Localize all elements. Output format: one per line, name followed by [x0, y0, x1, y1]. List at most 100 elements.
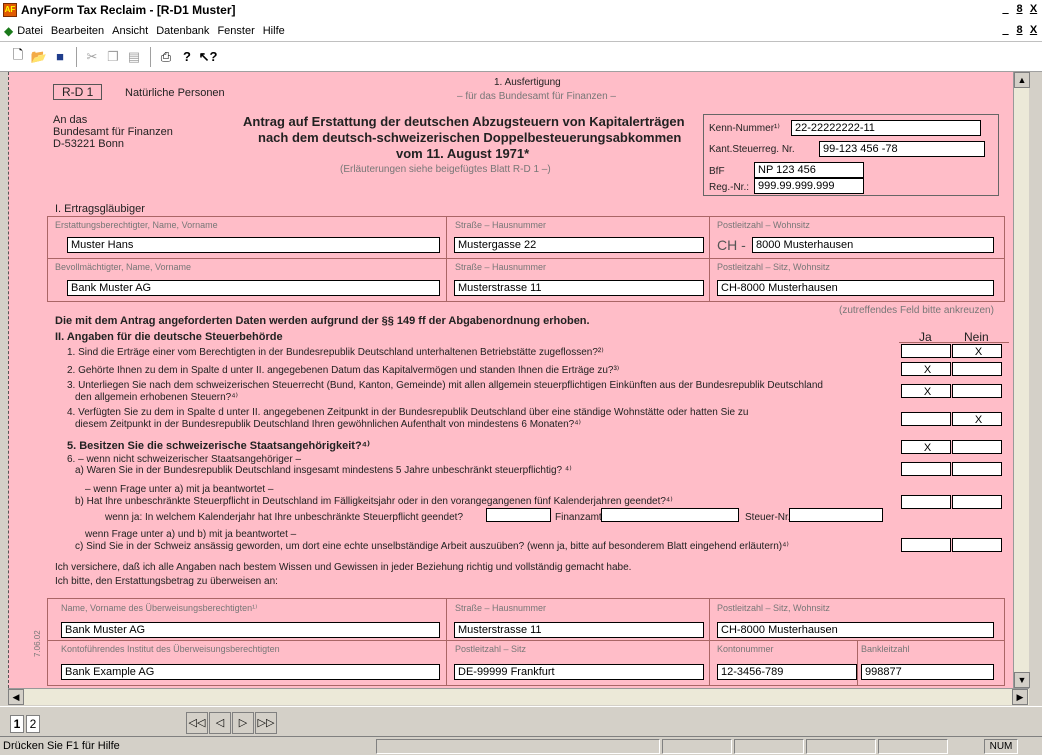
- side-code: 7.06.02: [33, 630, 42, 657]
- scroll-up-icon[interactable]: ▲: [1014, 72, 1030, 88]
- question-4-line2: diesem Zeitpunkt in der Bundesrepublik D…: [75, 419, 581, 430]
- agent-city-field[interactable]: CH-8000 Musterhausen: [717, 280, 994, 296]
- help-icon[interactable]: ?: [177, 47, 197, 67]
- finanzamt-field[interactable]: [601, 508, 739, 522]
- close-button[interactable]: X: [1027, 3, 1040, 16]
- q6c-nein-checkbox[interactable]: [952, 538, 1002, 552]
- doc-restore-button[interactable]: 8: [1013, 24, 1026, 37]
- app-icon: AF: [3, 3, 17, 17]
- blz-field[interactable]: 998877: [861, 664, 994, 680]
- doc-close-button[interactable]: X: [1027, 24, 1040, 37]
- kenn-number-field[interactable]: 22-22222222-11: [791, 120, 981, 136]
- q2-nein-checkbox[interactable]: [952, 362, 1002, 376]
- claimant-street-field[interactable]: Mustergasse 22: [454, 237, 704, 253]
- context-help-icon[interactable]: ↖?: [198, 47, 218, 67]
- new-icon[interactable]: 🗋: [8, 47, 28, 67]
- kant-number-field[interactable]: 99-123 456 -78: [819, 141, 985, 157]
- reg-number-field[interactable]: 999.99.999.999: [754, 178, 864, 194]
- account-field[interactable]: 12-3456-789: [717, 664, 857, 680]
- menu-bearbeiten[interactable]: Bearbeiten: [51, 25, 104, 37]
- form-title-note: (Erläuterungen siehe beigefügtes Blatt R…: [340, 164, 551, 175]
- payee-street-field[interactable]: Musterstrasse 11: [454, 622, 704, 638]
- q2-ja-checkbox[interactable]: X: [901, 362, 951, 376]
- menu-hilfe[interactable]: Hilfe: [263, 25, 285, 37]
- scroll-right-icon[interactable]: ▶: [1012, 689, 1028, 705]
- next-page-icon[interactable]: ▷: [232, 712, 254, 734]
- form-title-line3: vom 11. August 1971*: [396, 146, 530, 161]
- first-page-icon[interactable]: ◁◁: [186, 712, 208, 734]
- menu-fenster[interactable]: Fenster: [217, 25, 254, 37]
- scroll-down-icon[interactable]: ▼: [1014, 672, 1030, 688]
- agent-name-label: Bevollmächtigter, Name, Vorname: [55, 262, 192, 272]
- open-icon[interactable]: 📂: [29, 47, 49, 67]
- check-hint: (zutreffendes Feld bitte ankreuzen): [839, 305, 994, 316]
- print-icon[interactable]: ⎙: [156, 47, 176, 67]
- paste-icon[interactable]: ▤: [124, 47, 144, 67]
- menu-ansicht[interactable]: Ansicht: [112, 25, 148, 37]
- title-bar: AF AnyForm Tax Reclaim - [R-D1 Muster] _…: [0, 0, 1042, 20]
- prev-page-icon[interactable]: ◁: [209, 712, 231, 734]
- q1-nein-checkbox[interactable]: X: [952, 344, 1002, 358]
- minimize-button[interactable]: _: [999, 3, 1012, 16]
- q5-ja-checkbox[interactable]: X: [901, 440, 951, 454]
- q1-ja-checkbox[interactable]: [901, 344, 951, 358]
- q3-ja-checkbox[interactable]: X: [901, 384, 951, 398]
- bff-label: BfF: [709, 166, 725, 177]
- q4-nein-checkbox[interactable]: X: [952, 412, 1002, 426]
- q6a-nein-checkbox[interactable]: [952, 462, 1002, 476]
- page-1-tab[interactable]: 1: [10, 715, 24, 733]
- doc-minimize-button[interactable]: _: [999, 24, 1012, 37]
- section-2-title: II. Angaben für die deutsche Steuerbehör…: [55, 331, 283, 343]
- claimant-name-label: Erstattungsberechtigter, Name, Vorname: [55, 220, 218, 230]
- agent-street-field[interactable]: Musterstrasse 11: [454, 280, 704, 296]
- toolbar-separator: [76, 46, 77, 67]
- claimant-city-field[interactable]: 8000 Musterhausen: [752, 237, 994, 253]
- claimant-name-field[interactable]: Muster Hans: [67, 237, 440, 253]
- last-page-icon[interactable]: ▷▷: [255, 712, 277, 734]
- question-6c: c) Sind Sie in der Schweiz ansässig gewo…: [75, 541, 789, 552]
- q4-ja-checkbox[interactable]: [901, 412, 951, 426]
- end-year-field[interactable]: [486, 508, 551, 522]
- menu-bar: ◆ Datei Bearbeiten Ansicht Datenbank Fen…: [0, 20, 1042, 42]
- bank-name-field[interactable]: Bank Example AG: [61, 664, 440, 680]
- menu-datenbank[interactable]: Datenbank: [156, 25, 209, 37]
- question-3-line2: den allgemein erhobenen Steuern?⁴⁾: [75, 392, 238, 403]
- save-icon[interactable]: ■: [50, 47, 70, 67]
- q6a-ja-checkbox[interactable]: [901, 462, 951, 476]
- kenn-label: Kenn-Nummer¹⁾: [709, 123, 780, 134]
- scroll-left-icon[interactable]: ◀: [8, 689, 24, 705]
- address-line3: D-53221 Bonn: [53, 138, 124, 150]
- toolbar: 🗋 📂 ■ ✂ ❐ ▤ ⎙ ? ↖?: [0, 42, 1042, 72]
- copy-subtitle: – für das Bundesamt für Finanzen –: [457, 91, 616, 102]
- cut-icon[interactable]: ✂: [82, 47, 102, 67]
- q6b-ja-checkbox[interactable]: [901, 495, 951, 509]
- question-6c-pre: wenn Frage unter a) und b) mit ja beantw…: [85, 529, 297, 540]
- q6c-ja-checkbox[interactable]: [901, 538, 951, 552]
- restore-button[interactable]: 8: [1013, 3, 1026, 16]
- account-label: Kontonummer: [717, 644, 774, 654]
- vertical-scrollbar[interactable]: ▲ ▼: [1013, 72, 1030, 688]
- payee-city-field[interactable]: CH-8000 Musterhausen: [717, 622, 994, 638]
- bank-city-label: Postleitzahl – Sitz: [455, 644, 527, 654]
- status-panel: [376, 739, 660, 754]
- q3-nein-checkbox[interactable]: [952, 384, 1002, 398]
- menu-datei[interactable]: Datei: [17, 25, 43, 37]
- q5-nein-checkbox[interactable]: [952, 440, 1002, 454]
- horizontal-scrollbar[interactable]: ◀ ▶: [8, 688, 1029, 705]
- page-navigator: 1 2 ◁◁ ◁ ▷ ▷▷: [0, 706, 1042, 736]
- bank-city-field[interactable]: DE-99999 Frankfurt: [454, 664, 704, 680]
- declaration-line2: Ich bitte, den Erstattungsbetrag zu über…: [55, 576, 278, 587]
- payee-name-field[interactable]: Bank Muster AG: [61, 622, 440, 638]
- claimant-city-label: Postleitzahl – Wohnsitz: [717, 220, 810, 230]
- q6b-nein-checkbox[interactable]: [952, 495, 1002, 509]
- bff-field[interactable]: NP 123 456: [754, 162, 864, 178]
- question-6b-pre: – wenn Frage unter a) mit ja beantwortet…: [85, 484, 274, 495]
- copy-icon[interactable]: ❐: [103, 47, 123, 67]
- page-2-tab[interactable]: 2: [26, 715, 40, 733]
- question-6a: a) Waren Sie in der Bundesrepublik Deuts…: [75, 465, 572, 476]
- blz-label: Bankleitzahl: [861, 644, 910, 654]
- payee-city-label: Postleitzahl – Sitz, Wohnsitz: [717, 603, 830, 613]
- address-line2: Bundesamt für Finanzen: [53, 126, 173, 138]
- agent-name-field[interactable]: Bank Muster AG: [67, 280, 440, 296]
- steuernr-field[interactable]: [789, 508, 883, 522]
